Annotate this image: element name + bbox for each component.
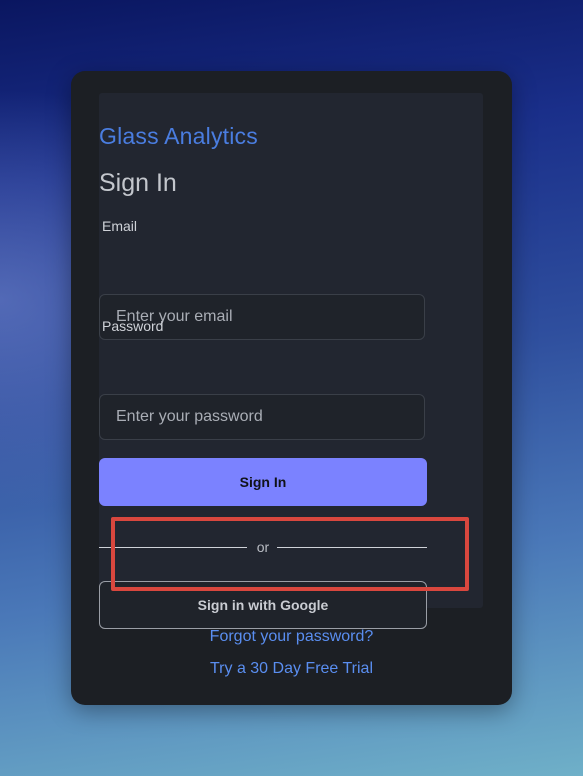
email-label: Email [102,218,138,234]
page-title: Sign In [99,169,177,197]
divider-line-right [277,547,427,548]
login-card: Glass Analytics Sign In Email Password S… [71,71,512,705]
sign-in-button[interactable]: Sign In [99,458,427,506]
or-divider: or [99,538,427,558]
password-label: Password [102,318,164,334]
google-sign-in-button[interactable]: Sign in with Google [99,581,427,629]
forgot-password-link[interactable]: Forgot your password? [71,628,512,646]
password-field[interactable] [99,394,425,440]
free-trial-link[interactable]: Try a 30 Day Free Trial [71,660,512,678]
brand-logo: Glass Analytics [99,123,258,149]
